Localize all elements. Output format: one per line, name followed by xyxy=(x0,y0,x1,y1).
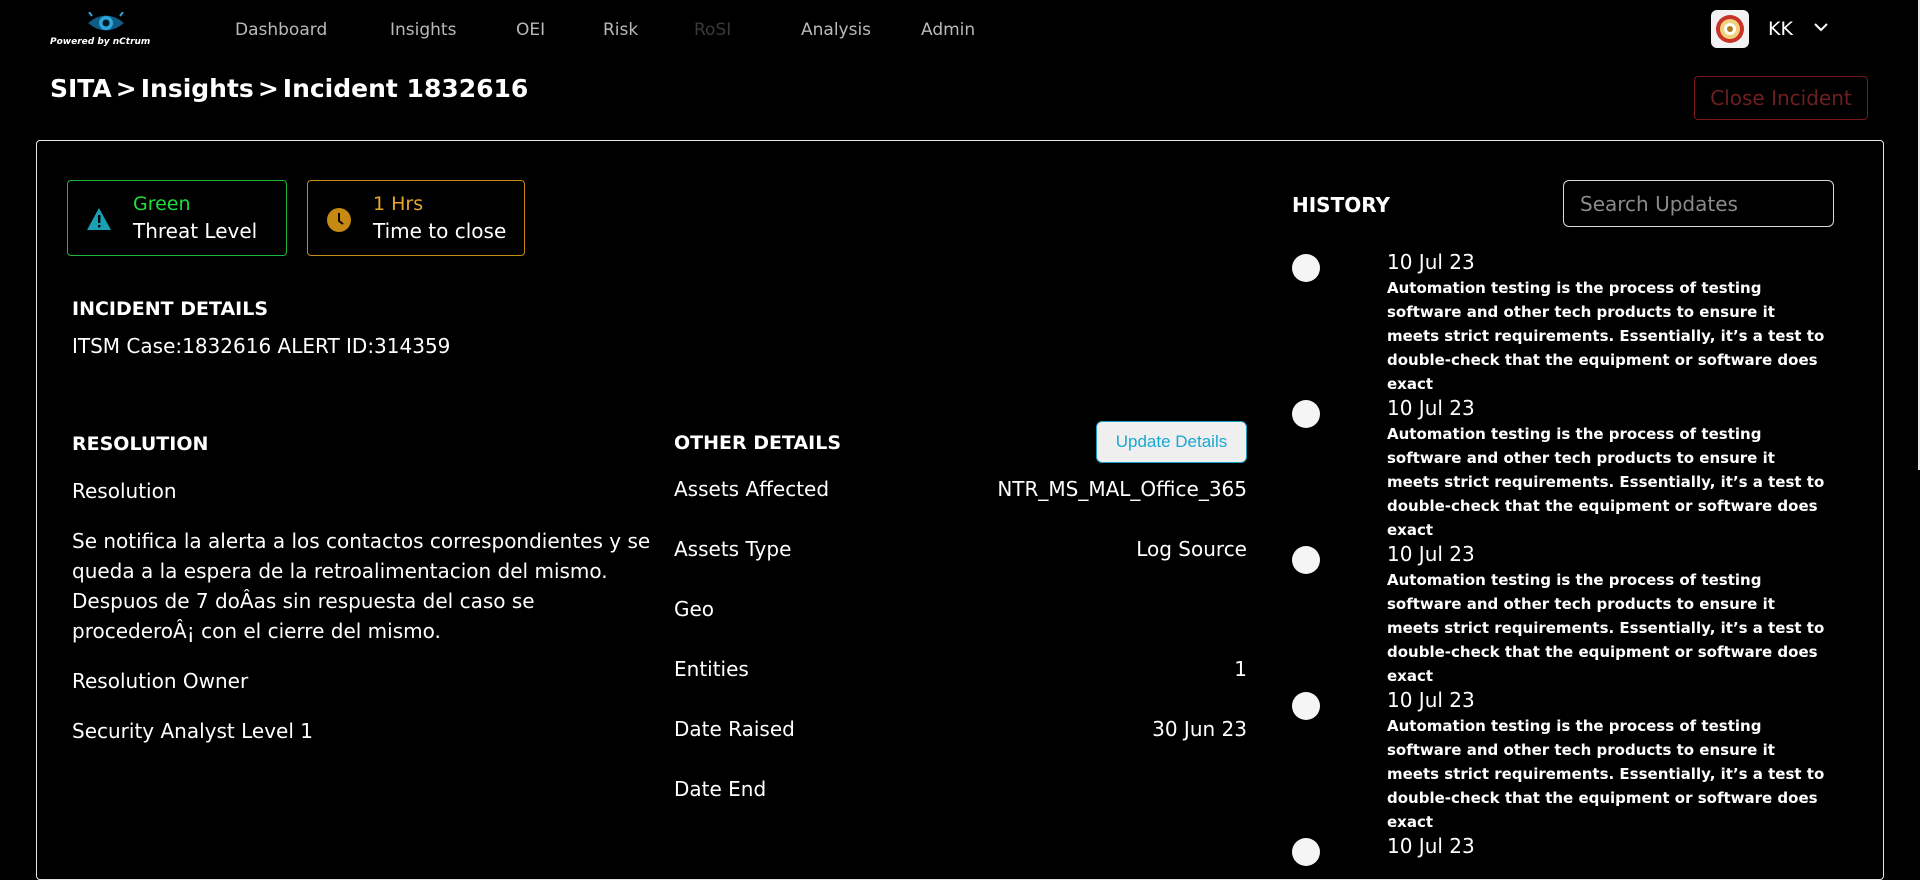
assets-affected-label: Assets Affected xyxy=(674,477,830,501)
threat-level-label: Threat Level xyxy=(133,219,258,243)
date-raised-value: 30 Jun 23 xyxy=(1152,717,1247,741)
timeline-dot-icon xyxy=(1292,400,1320,428)
nav-analysis[interactable]: Analysis xyxy=(801,20,871,40)
breadcrumb-separator: > xyxy=(115,74,137,103)
entities-value: 1 xyxy=(1234,657,1247,681)
update-details-button[interactable]: Update Details xyxy=(1096,421,1247,463)
history-text: Automation testing is the process of tes… xyxy=(1387,279,1825,393)
breadcrumb-incident: Incident 1832616 xyxy=(282,74,529,103)
chevron-down-icon[interactable] xyxy=(1814,22,1828,32)
history-date: 10 Jul 23 xyxy=(1387,688,1475,712)
time-to-close-card: 1 Hrs Time to close xyxy=(307,180,525,256)
history-text: Automation testing is the process of tes… xyxy=(1387,571,1825,685)
history-text: Automation testing is the process of tes… xyxy=(1387,717,1825,831)
nav-risk[interactable]: Risk xyxy=(603,20,638,40)
user-initials[interactable]: KK xyxy=(1768,18,1793,40)
date-end-label: Date End xyxy=(674,777,767,801)
breadcrumb-sita[interactable]: SITA xyxy=(50,74,112,103)
eye-logo-icon xyxy=(88,12,124,31)
nav-oei[interactable]: OEI xyxy=(516,20,545,40)
powered-by-text: Powered by nCtrum xyxy=(50,37,151,47)
incident-details-heading: INCIDENT DETAILS xyxy=(72,298,269,320)
timeline-dot-icon xyxy=(1292,838,1320,866)
time-to-close-label: Time to close xyxy=(373,219,507,243)
nav-dashboard[interactable]: Dashboard xyxy=(235,20,327,40)
incident-ids: ITSM Case:1832616 ALERT ID:314359 xyxy=(72,334,451,358)
resolution-owner-label: Resolution Owner xyxy=(72,669,249,693)
resolution-heading: RESOLUTION xyxy=(72,433,209,455)
history-date: 10 Jul 23 xyxy=(1387,250,1475,274)
close-incident-button[interactable]: Close Incident xyxy=(1694,76,1868,120)
history-date: 10 Jul 23 xyxy=(1387,834,1475,858)
breadcrumb-insights[interactable]: Insights xyxy=(141,74,254,103)
timeline-dot-icon xyxy=(1292,546,1320,574)
history-heading: HISTORY xyxy=(1292,193,1391,217)
history-text: Automation testing is the process of tes… xyxy=(1387,425,1825,539)
geo-label: Geo xyxy=(674,597,715,621)
search-updates-input[interactable] xyxy=(1563,180,1834,227)
avatar[interactable] xyxy=(1711,10,1749,48)
assets-affected-value: NTR_MS_MAL_Office_365 xyxy=(997,477,1247,501)
resolution-owner-value: Security Analyst Level 1 xyxy=(72,719,313,743)
resolution-label: Resolution xyxy=(72,479,177,503)
history-date: 10 Jul 23 xyxy=(1387,542,1475,566)
clock-icon xyxy=(327,208,351,232)
timeline-dot-icon xyxy=(1292,254,1320,282)
breadcrumb-separator: > xyxy=(257,74,279,103)
other-details-heading: OTHER DETAILS xyxy=(674,432,842,454)
seal-avatar-icon xyxy=(1716,15,1744,43)
warning-icon xyxy=(87,208,111,230)
history-date: 10 Jul 23 xyxy=(1387,396,1475,420)
breadcrumb: SITA > Insights > Incident 1832616 xyxy=(50,74,528,103)
time-to-close-value: 1 Hrs xyxy=(373,193,424,215)
threat-level-value: Green xyxy=(133,193,191,215)
entities-label: Entities xyxy=(674,657,749,681)
threat-level-card: Green Threat Level xyxy=(67,180,287,256)
resolution-text: Se notifica la alerta a los contactos co… xyxy=(72,529,651,643)
assets-type-label: Assets Type xyxy=(674,537,792,561)
nav-admin[interactable]: Admin xyxy=(921,20,975,40)
nav-rosi: RoSI xyxy=(694,20,732,40)
date-raised-label: Date Raised xyxy=(674,717,795,741)
nav-insights[interactable]: Insights xyxy=(390,20,456,40)
brand-logo[interactable]: Powered by nCtrum xyxy=(48,12,166,48)
assets-type-value: Log Source xyxy=(1136,537,1247,561)
timeline-dot-icon xyxy=(1292,692,1320,720)
